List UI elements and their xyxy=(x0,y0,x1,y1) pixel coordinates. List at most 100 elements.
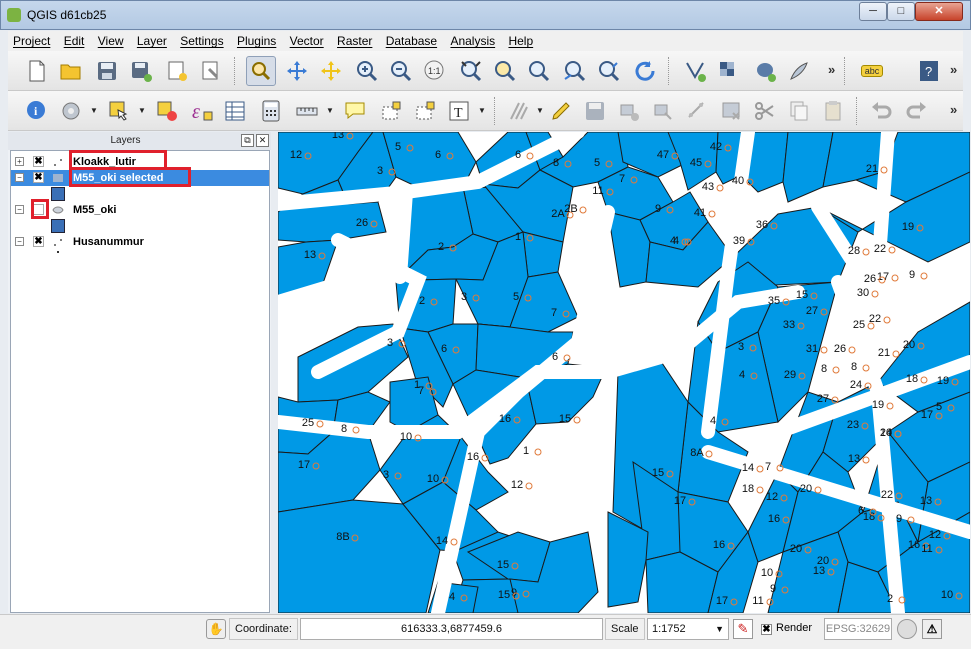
expression-select-icon[interactable]: ε xyxy=(186,96,216,126)
copy-features-icon[interactable] xyxy=(784,96,814,126)
save-as-icon[interactable] xyxy=(126,56,156,86)
layers-tree[interactable]: + ✖ Kloakk_lutir − ✖ M55_oki selected − … xyxy=(10,150,270,613)
menu-view[interactable]: View xyxy=(93,31,129,48)
house-number-label: 10 xyxy=(427,473,439,485)
zoom-next-icon[interactable] xyxy=(560,56,590,86)
close-panel-button[interactable]: ✕ xyxy=(256,134,269,147)
toolbar2-overflow[interactable]: » xyxy=(950,102,957,117)
pan-to-selection-icon[interactable] xyxy=(282,56,312,86)
refresh-map-icon[interactable] xyxy=(630,56,660,86)
menu-help[interactable]: Help xyxy=(503,31,538,48)
map-canvas[interactable]: 13 12 5 6 3 6 47 42 5 8 11 7 45 40 2A 2B 9 43 36 41 4 1 26 2 13 3… xyxy=(278,132,970,613)
add-spatialite-icon[interactable] xyxy=(784,56,814,86)
move-feature-icon[interactable] xyxy=(648,96,678,126)
menu-settings[interactable]: Settings xyxy=(175,31,228,48)
new-project-icon[interactable] xyxy=(22,56,52,86)
refresh-icon[interactable] xyxy=(594,56,624,86)
render-checkbox[interactable]: ✖ xyxy=(761,624,772,635)
collapse-toggle[interactable]: − xyxy=(15,237,24,246)
add-postgis-icon[interactable] xyxy=(750,56,780,86)
house-number-label: 7 xyxy=(765,461,771,473)
select-dropdown-icon[interactable]: ▼ xyxy=(138,106,146,115)
menu-project[interactable]: Project xyxy=(8,31,55,48)
deselect-icon[interactable] xyxy=(152,96,182,126)
select-icon[interactable] xyxy=(104,96,134,126)
paste-features-icon[interactable] xyxy=(818,96,848,126)
attribute-table-icon[interactable] xyxy=(220,96,250,126)
menu-plugins[interactable]: Plugins xyxy=(232,31,281,48)
layer-row-husanummur[interactable]: − ✖ Husanummur xyxy=(11,234,269,250)
add-raster-icon[interactable] xyxy=(714,56,744,86)
zoom-to-selection-icon[interactable] xyxy=(456,56,486,86)
minimize-button[interactable]: ─ xyxy=(859,2,887,21)
toolbar1-overflow[interactable]: » xyxy=(828,62,835,77)
menu-analysis[interactable]: Analysis xyxy=(445,31,500,48)
node-tool-icon[interactable] xyxy=(682,96,712,126)
annotation-dropdown-icon[interactable]: ▼ xyxy=(478,106,486,115)
menu-database[interactable]: Database xyxy=(381,31,442,48)
house-number-label: 9 xyxy=(909,269,915,281)
cut-features-icon[interactable] xyxy=(750,96,780,126)
house-number-label: 18 xyxy=(863,511,875,523)
toggle-editing-icon[interactable] xyxy=(546,96,576,126)
text-annotation-icon[interactable]: T xyxy=(444,96,474,126)
measure-dropdown-icon[interactable]: ▼ xyxy=(326,106,334,115)
layer-visibility-checkbox[interactable]: ✖ xyxy=(33,172,44,183)
zoom-out-icon[interactable] xyxy=(352,56,382,86)
action-icon[interactable] xyxy=(56,96,86,126)
add-annotation-icon[interactable] xyxy=(376,96,406,126)
house-number-label: 8 xyxy=(821,363,827,375)
toolbar1-overflow-2[interactable]: » xyxy=(950,62,957,77)
layer-row-m55-oki[interactable]: − M55_oki xyxy=(11,202,269,218)
undo-icon[interactable] xyxy=(866,96,896,126)
save-project-icon[interactable] xyxy=(92,56,122,86)
house-number-label: 17 xyxy=(921,409,933,421)
current-edits-icon[interactable] xyxy=(504,96,534,126)
menu-layer[interactable]: Layer xyxy=(132,31,172,48)
edits-dropdown-icon[interactable]: ▼ xyxy=(536,106,544,115)
zoom-to-layer-icon[interactable] xyxy=(490,56,520,86)
crs-button[interactable]: EPSG:32629 xyxy=(824,618,892,640)
pan-icon[interactable] xyxy=(246,56,276,86)
open-project-icon[interactable] xyxy=(56,56,86,86)
save-edits-icon[interactable] xyxy=(580,96,610,126)
zoom-full-icon[interactable]: 1:1 xyxy=(420,56,450,86)
help-icon[interactable]: ? xyxy=(914,56,944,86)
annotation-icon[interactable] xyxy=(340,96,370,126)
maximize-button[interactable]: □ xyxy=(887,2,915,21)
menu-raster[interactable]: Raster xyxy=(332,31,377,48)
label-icon[interactable]: abc xyxy=(854,56,890,86)
add-vector-icon[interactable] xyxy=(680,56,710,86)
delete-selected-icon[interactable] xyxy=(716,96,746,126)
layer-visibility-checkbox[interactable]: ✖ xyxy=(33,156,44,167)
measure-icon[interactable] xyxy=(292,96,322,126)
house-number-label: 19 xyxy=(937,375,949,387)
add-feature-icon[interactable] xyxy=(614,96,644,126)
house-number-label: 4 xyxy=(710,415,716,427)
stop-render-icon[interactable]: ✎ xyxy=(733,619,753,639)
globe-icon[interactable] xyxy=(897,619,917,639)
scale-dropdown-icon[interactable]: ▼ xyxy=(715,619,724,639)
form-annotation-icon[interactable] xyxy=(410,96,440,126)
action-dropdown-icon[interactable]: ▼ xyxy=(90,106,98,115)
scale-field[interactable]: 1:1752 ▼ xyxy=(647,618,729,640)
menu-vector[interactable]: Vector xyxy=(285,31,329,48)
close-window-button[interactable]: ✕ xyxy=(915,2,963,21)
menu-edit[interactable]: Edit xyxy=(59,31,90,48)
coordinate-field[interactable]: 616333.3,6877459.6 xyxy=(300,618,603,640)
collapse-toggle[interactable]: − xyxy=(15,173,24,182)
new-print-composer-icon[interactable] xyxy=(162,56,192,86)
zoom-last-icon[interactable] xyxy=(524,56,554,86)
expand-toggle[interactable]: + xyxy=(15,157,24,166)
composer-manager-icon[interactable] xyxy=(196,56,226,86)
layer-visibility-checkbox[interactable]: ✖ xyxy=(33,236,44,247)
redo-icon[interactable] xyxy=(902,96,932,126)
field-calculator-icon[interactable] xyxy=(256,96,286,126)
warning-icon[interactable]: ⚠ xyxy=(922,619,942,639)
float-panel-button[interactable]: ⧉ xyxy=(241,134,254,147)
mouse-icon[interactable]: ✋ xyxy=(206,619,226,639)
zoom-in-icon[interactable] xyxy=(316,56,346,86)
zoom-native-icon[interactable] xyxy=(386,56,416,86)
collapse-toggle[interactable]: − xyxy=(15,205,24,214)
identify-icon[interactable]: i xyxy=(22,96,52,126)
